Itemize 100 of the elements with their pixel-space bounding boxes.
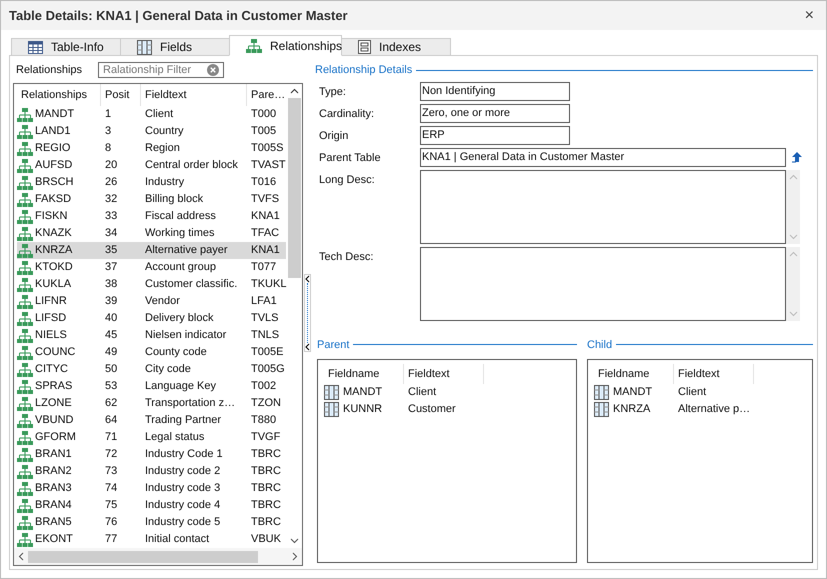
table-cell-text: Working times <box>144 226 216 242</box>
arrow-up-icon[interactable] <box>791 151 803 163</box>
tab[interactable]: Relationships <box>229 35 342 56</box>
tab[interactable]: Indexes <box>341 38 451 56</box>
table-row[interactable]: LIFNR 39 Vendor LFA1 <box>17 293 286 310</box>
table-row[interactable]: CITYC 50 City code T005G <box>17 361 286 378</box>
field-label: Cardinality: <box>319 106 376 122</box>
table-cell-text: Initial contact <box>144 532 210 548</box>
table-cell-text: 45 <box>104 328 118 344</box>
table-row[interactable]: VBUND 64 Trading Partner T880 <box>17 412 286 429</box>
table-cell-text: Fiscal address <box>144 209 217 224</box>
field-label: Tech Desc: <box>319 250 374 264</box>
table-row[interactable]: BRAN2 73 Industry code 2 TBRC <box>17 463 286 480</box>
chevron-left-icon[interactable] <box>18 552 24 561</box>
table-cell-text: T000 <box>250 107 278 122</box>
table-cell-text: Region <box>144 141 181 156</box>
table-cell-text: AUFSD <box>35 158 72 174</box>
table-row[interactable]: BRAN1 72 Industry Code 1 TBRC <box>17 446 286 463</box>
hierarchy-icon <box>17 362 33 376</box>
description-field[interactable] <box>420 246 786 320</box>
value-field[interactable]: Zero, one or more <box>420 104 570 122</box>
filter-field[interactable]: Ralationship Filter <box>98 62 224 78</box>
table-cell-text: 76 <box>104 515 118 530</box>
table-row[interactable]: LAND1 3 Country T005 <box>17 123 286 140</box>
table-cell-text: LFA1 <box>250 294 278 310</box>
table-cell-text: T005E <box>250 345 284 360</box>
hierarchy-icon <box>17 108 33 122</box>
chevron-left-icon[interactable] <box>304 342 310 350</box>
value-field[interactable]: ERP <box>420 126 570 144</box>
table-cell-text: Customer <box>407 402 457 418</box>
table-row[interactable]: LIFSD 40 Delivery block TVLS <box>17 310 286 327</box>
table-row[interactable]: COUNC 49 County code T005E <box>17 344 286 361</box>
column-header[interactable]: Fieldname <box>324 364 404 384</box>
hierarchy-icon <box>17 414 33 428</box>
table-cell-text: City code <box>144 362 192 378</box>
table-cell-text: BRAN3 <box>35 481 72 496</box>
table-row[interactable]: MANDT 1 Client T000 <box>17 106 286 123</box>
table-row[interactable]: NIELS 45 Nielsen indicator TNLS <box>17 327 286 344</box>
table-cell-text: Client <box>677 385 708 400</box>
table-row[interactable]: BRSCH 26 Industry T016 <box>17 174 286 191</box>
column-header[interactable]: Fieldtext <box>674 364 754 384</box>
table-row[interactable]: KNRZA 35 Alternative payer KNA1 <box>17 242 286 259</box>
description-field[interactable] <box>420 170 786 244</box>
table-cell-text: 8 <box>104 141 112 156</box>
splitter-handle[interactable] <box>304 274 311 352</box>
chevron-down-icon[interactable] <box>290 538 299 544</box>
chevron-left-icon[interactable] <box>304 274 310 282</box>
table-cell-text: COUNC <box>35 345 76 360</box>
table-row[interactable]: FISKN 33 Fiscal address KNA1 <box>17 208 286 225</box>
table-cell-text: T005G <box>250 362 286 378</box>
table-row[interactable]: SPRAS 53 Language Key T002 <box>17 378 286 395</box>
column-header[interactable]: Posit <box>101 84 141 106</box>
table-cell-text: 74 <box>104 481 118 496</box>
table-cell-text: KNA1 <box>250 209 281 224</box>
table-row[interactable]: AUFSD 20 Central order block TVAST <box>17 157 286 174</box>
table-cell-text: T016 <box>250 175 278 190</box>
column-header[interactable]: Fieldname <box>594 364 674 384</box>
value-field[interactable]: KNA1 | General Data in Customer Master <box>420 148 786 166</box>
table-row[interactable]: BRAN3 74 Industry code 3 TBRC <box>17 480 286 497</box>
hierarchy-icon <box>17 396 33 410</box>
table-cell-text: Account group <box>144 260 217 276</box>
column-header[interactable]: Fieldtext <box>404 364 484 384</box>
table-row[interactable]: KNAZK 34 Working times TFAC <box>17 225 286 242</box>
table-row[interactable]: EKONT 77 Initial contact VBUK <box>17 531 286 548</box>
chevron-up-icon[interactable] <box>290 88 299 94</box>
table-row[interactable]: BRAN5 76 Industry code 5 TBRC <box>17 514 286 531</box>
tab[interactable]: Fields <box>120 38 230 56</box>
table-cell-text: TBRC <box>250 515 282 530</box>
table-cell-text: 75 <box>104 498 118 514</box>
chevron-right-icon[interactable] <box>292 552 298 561</box>
table-row[interactable]: KTOKD 37 Account group T077 <box>17 259 286 276</box>
close-button[interactable]: × <box>800 4 818 28</box>
column-header[interactable]: Pare… <box>247 84 286 106</box>
column-header[interactable]: Fieldtext <box>141 84 247 106</box>
horizontal-scrollbar[interactable] <box>14 548 302 565</box>
table-cell-text: LIFSD <box>35 311 66 326</box>
table-cell-text: Alternative payer <box>144 243 229 258</box>
table-row[interactable]: LZONE 62 Transportation z… TZON <box>17 395 286 412</box>
table-row[interactable]: FAKSD 32 Billing block TVFS <box>17 191 286 208</box>
value-field[interactable]: Non Identifying <box>420 82 570 100</box>
hierarchy-icon <box>17 346 33 360</box>
hierarchy-icon <box>17 124 33 138</box>
tab[interactable]: Table-Info <box>11 38 121 56</box>
table-cell-text: TFAC <box>250 226 280 242</box>
hierarchy-icon <box>17 176 33 190</box>
table-cell-text: T005S <box>250 141 284 156</box>
table-row[interactable]: REGIO 8 Region T005S <box>17 140 286 157</box>
table-cell-text: Vendor <box>144 294 181 310</box>
window-title: Table Details: KNA1 | General Data in Customer Master <box>9 6 348 25</box>
table-cell-text: FAKSD <box>35 192 72 208</box>
table-cell-text: KUKLA <box>35 277 72 292</box>
table-row[interactable]: KUKLA 38 Customer classific. TKUKL <box>17 276 286 293</box>
table-row[interactable]: BRAN4 75 Industry code 4 TBRC <box>17 497 286 514</box>
hierarchy-icon <box>17 328 33 342</box>
table-cell-text: VBUK <box>250 532 282 548</box>
column-header[interactable]: Relationships <box>17 84 101 106</box>
table-row[interactable]: GFORM 71 Legal status TVGF <box>17 429 286 446</box>
clear-icon[interactable] <box>207 64 220 76</box>
table-cell-text: BRAN5 <box>35 515 72 530</box>
hierarchy-icon <box>17 278 33 292</box>
